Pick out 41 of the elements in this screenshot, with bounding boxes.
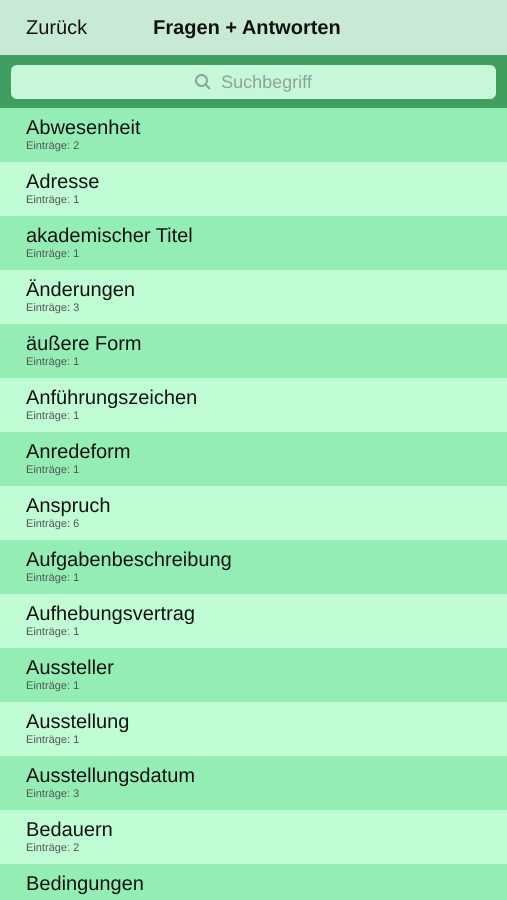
entry-count: Einträge: 1	[26, 626, 80, 638]
row-title: Anführungszeichen	[26, 386, 198, 410]
entry-count: Einträge: 2	[26, 140, 80, 152]
entry-count: Einträge: 1	[26, 680, 80, 692]
row-title: Ausstellungsdatum	[26, 764, 195, 788]
entry-count: Einträge: 1	[26, 410, 80, 422]
entry-count: Einträge: 1	[26, 572, 80, 584]
back-button[interactable]: Zurück	[26, 12, 88, 42]
row-title: Abwesenheit	[26, 116, 141, 140]
entry-count: Einträge: 3	[26, 788, 80, 800]
entry-count: Einträge: 1	[26, 734, 80, 746]
search-field[interactable]: Suchbegriff	[11, 65, 496, 99]
row-title: Adresse	[26, 170, 100, 194]
screen-title: Fragen + Antworten	[153, 16, 341, 40]
list-row[interactable]: Aufgabenbeschreibung Einträge: 1	[0, 540, 507, 594]
row-title: Bedingungen	[26, 872, 144, 896]
entry-count: Einträge: 1	[26, 248, 80, 260]
list-row[interactable]: äußere Form Einträge: 1	[0, 324, 507, 378]
list-row[interactable]: Ausstellungsdatum Einträge: 3	[0, 756, 507, 810]
entry-count: Einträge: 1	[26, 356, 80, 368]
row-title: Bedauern	[26, 818, 113, 842]
row-title: Anspruch	[26, 494, 110, 518]
list-row[interactable]: Anredeform Einträge: 1	[0, 432, 507, 486]
entry-count: Einträge: 2	[26, 842, 80, 854]
entry-count: Einträge: 6	[26, 518, 80, 530]
row-title: Ausstellung	[26, 710, 130, 734]
entry-count: Einträge: 3	[26, 302, 80, 314]
row-title: äußere Form	[26, 332, 142, 356]
row-title: Anredeform	[26, 440, 130, 464]
row-title: akademischer Titel	[26, 224, 193, 248]
row-title: Aufgabenbeschreibung	[26, 548, 232, 572]
entry-count: Einträge: 1	[26, 464, 80, 476]
search-icon	[194, 73, 212, 91]
row-title: Aufhebungsvertrag	[26, 602, 196, 626]
list-row[interactable]: Bedingungen	[0, 864, 507, 900]
list-row[interactable]: Aussteller Einträge: 1	[0, 648, 507, 702]
list-row[interactable]: akademischer Titel Einträge: 1	[0, 216, 507, 270]
list-row[interactable]: Abwesenheit Einträge: 2	[0, 108, 507, 162]
row-title: Änderungen	[26, 278, 135, 302]
row-title: Aussteller	[26, 656, 114, 680]
entry-count: Einträge: 1	[26, 194, 80, 206]
